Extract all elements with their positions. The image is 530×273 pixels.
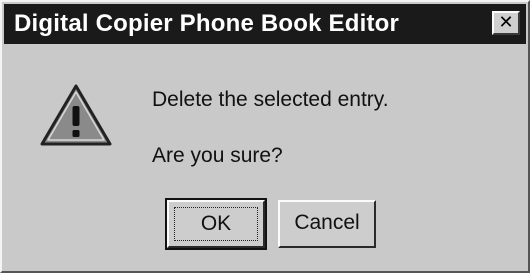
message-line-1: Delete the selected entry. [152,88,389,111]
dialog-title: Digital Copier Phone Book Editor [14,10,400,37]
message-line-2: Are you sure? [152,144,283,167]
ok-button[interactable]: OK [165,198,267,250]
title-bar[interactable]: Digital Copier Phone Book Editor ✕ [4,4,526,44]
cancel-button[interactable]: Cancel [278,200,376,248]
confirm-dialog: Digital Copier Phone Book Editor ✕ Delet… [0,0,530,273]
close-icon: ✕ [498,12,514,33]
ok-button-label: OK [174,207,258,241]
close-button[interactable]: ✕ [492,11,520,35]
warning-icon [40,84,112,146]
